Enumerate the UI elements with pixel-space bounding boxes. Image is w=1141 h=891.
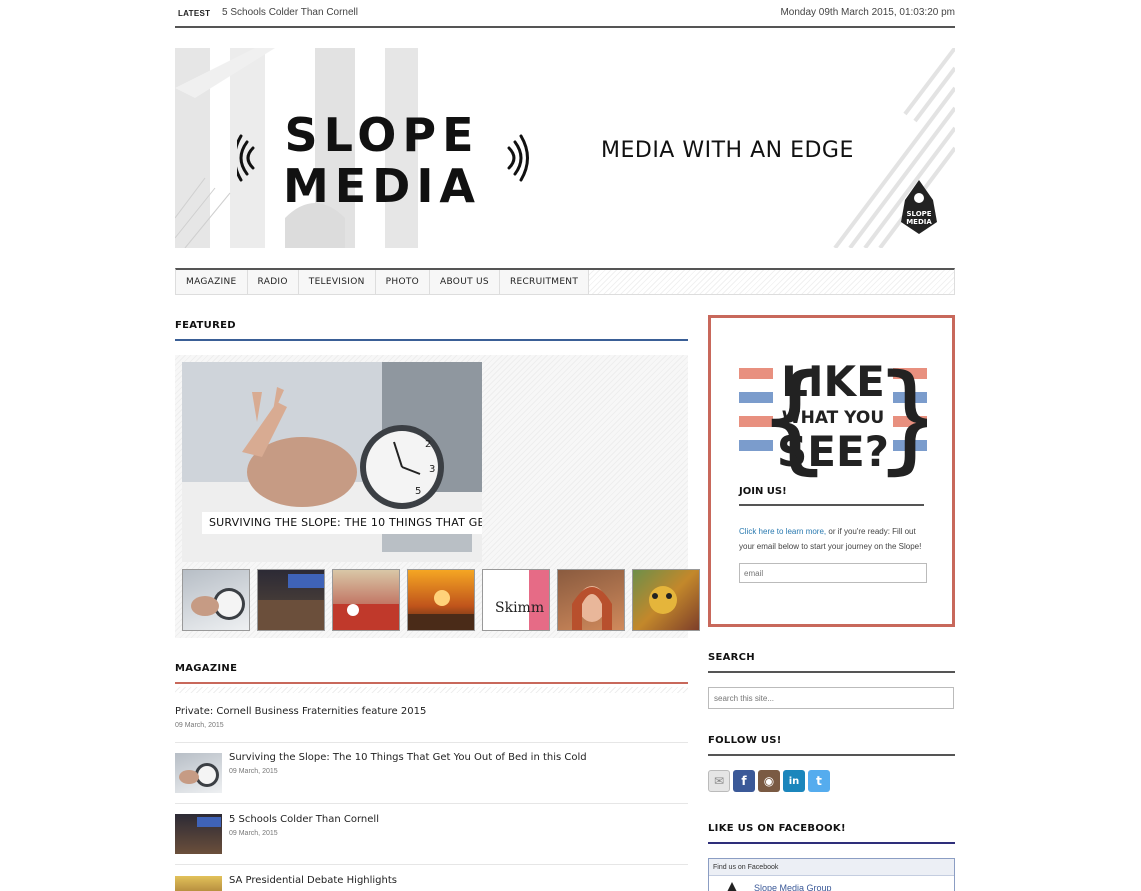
join-us-title: JOIN US! xyxy=(739,486,787,497)
page-logo-icon xyxy=(727,882,737,891)
logo-line-2: MEDIA xyxy=(283,159,481,213)
latest-headline-link[interactable]: 5 Schools Colder Than Cornell xyxy=(222,7,358,18)
linkedin-icon[interactable]: in xyxy=(783,770,805,792)
search-rule xyxy=(708,671,955,673)
featured-rule xyxy=(175,339,688,341)
like-line-2: WHAT YOU xyxy=(782,408,884,428)
thumbnail-portrait[interactable] xyxy=(557,569,625,631)
small-logo-icon: SLOPE MEDIA xyxy=(901,180,937,234)
like-line-1: LIKE xyxy=(781,357,885,406)
svg-text:2: 2 xyxy=(425,439,431,450)
follow-heading: FOLLOW US! xyxy=(708,735,782,746)
join-us-rule xyxy=(739,504,924,506)
article-title[interactable]: Surviving the Slope: The 10 Things That … xyxy=(229,752,587,763)
thumbnail-sunset-beach[interactable] xyxy=(407,569,475,631)
search-input[interactable] xyxy=(708,687,954,709)
main-nav: MAGAZINE RADIO TELEVISION PHOTO ABOUT US… xyxy=(175,268,955,295)
small-logo-line-1: SLOPE xyxy=(906,210,931,218)
email-icon[interactable]: ✉ xyxy=(708,770,730,792)
article-date: 09 March, 2015 xyxy=(229,768,278,775)
list-item[interactable]: Surviving the Slope: The 10 Things That … xyxy=(175,743,688,804)
magazine-rule xyxy=(175,682,688,684)
header-banner[interactable]: SLOPE MEDIA MEDIA WITH AN EDGE SLOPE MED… xyxy=(175,48,955,248)
article-thumbnail[interactable] xyxy=(175,814,222,854)
social-icons: ✉ f ◉ in t xyxy=(708,770,830,792)
like-what-you-see-graphic: { } LIKE WHAT YOU SEE? xyxy=(739,348,927,478)
nav-item-radio[interactable]: RADIO xyxy=(247,270,299,294)
search-heading: SEARCH xyxy=(708,652,755,663)
featured-thumbnails: Skimm xyxy=(182,569,700,631)
email-field[interactable] xyxy=(739,563,927,583)
twitter-icon[interactable]: t xyxy=(808,770,830,792)
nav-item-photo[interactable]: PHOTO xyxy=(375,270,431,294)
thumbnail-artwork[interactable] xyxy=(632,569,700,631)
nav-item-television[interactable]: TELEVISION xyxy=(298,270,376,294)
join-us-text: Click here to learn more, or if you're r… xyxy=(739,524,929,554)
featured-main-image[interactable]: 3 5 2 SURVIVING THE SLOPE: THE 10 THINGS… xyxy=(182,362,482,562)
svg-text:5: 5 xyxy=(415,486,421,497)
fb-page-link[interactable]: Slope Media Group xyxy=(754,883,832,891)
article-thumbnail[interactable] xyxy=(175,753,222,793)
featured-slider: 3 5 2 SURVIVING THE SLOPE: THE 10 THINGS… xyxy=(175,355,700,638)
nav-item-about-us[interactable]: ABOUT US xyxy=(430,270,500,294)
learn-more-link[interactable]: Click here to learn more, xyxy=(739,527,826,536)
facebook-icon[interactable]: f xyxy=(733,770,755,792)
facebook-like-box: Find us on Facebook Slope Media Group xyxy=(708,858,955,891)
join-us-box: { } LIKE WHAT YOU SEE? JOIN US! Click he… xyxy=(708,315,955,627)
article-title[interactable]: SA Presidential Debate Highlights xyxy=(229,875,397,886)
featured-caption[interactable]: SURVIVING THE SLOPE: THE 10 THINGS THAT … xyxy=(202,512,482,534)
article-date: 09 March, 2015 xyxy=(175,722,224,729)
featured-heading: FEATURED xyxy=(175,320,236,331)
thumbnail-group-photo[interactable] xyxy=(332,569,400,631)
article-title[interactable]: Private: Cornell Business Fraternities f… xyxy=(175,706,426,717)
article-thumbnail[interactable] xyxy=(175,876,222,891)
magazine-heading: MAGAZINE xyxy=(175,663,238,674)
svg-text:Skimm: Skimm xyxy=(495,600,544,616)
top-bar: LATEST 5 Schools Colder Than Cornell Mon… xyxy=(175,0,955,28)
facebook-heading: LIKE US ON FACEBOOK! xyxy=(708,823,846,834)
thumbnail-crowd-night[interactable] xyxy=(257,569,325,631)
slope-media-logo[interactable]: SLOPE MEDIA xyxy=(237,106,537,216)
follow-rule xyxy=(708,754,955,756)
list-item[interactable]: SA Presidential Debate Highlights xyxy=(175,865,688,891)
like-line-3: SEE? xyxy=(777,427,889,476)
nav-item-magazine[interactable]: MAGAZINE xyxy=(176,270,248,294)
thumbnail-skimm[interactable]: Skimm xyxy=(482,569,550,631)
list-item[interactable]: Private: Cornell Business Fraternities f… xyxy=(175,700,688,743)
small-logo-line-2: MEDIA xyxy=(906,218,932,226)
thumbnail-alarm-clock[interactable] xyxy=(182,569,250,631)
magazine-rule-texture xyxy=(175,687,688,693)
fb-box-header: Find us on Facebook xyxy=(709,859,954,876)
article-date: 09 March, 2015 xyxy=(229,830,278,837)
instagram-icon[interactable]: ◉ xyxy=(758,770,780,792)
nav-item-recruitment[interactable]: RECRUITMENT xyxy=(499,270,590,294)
article-title[interactable]: 5 Schools Colder Than Cornell xyxy=(229,814,379,825)
latest-label: LATEST xyxy=(175,6,214,21)
logo-line-1: SLOPE xyxy=(284,108,479,162)
facebook-rule xyxy=(708,842,955,844)
list-item[interactable]: 5 Schools Colder Than Cornell 09 March, … xyxy=(175,804,688,865)
current-date: Monday 09th March 2015, 01:03:20 pm xyxy=(780,7,955,18)
svg-text:3: 3 xyxy=(429,464,435,475)
